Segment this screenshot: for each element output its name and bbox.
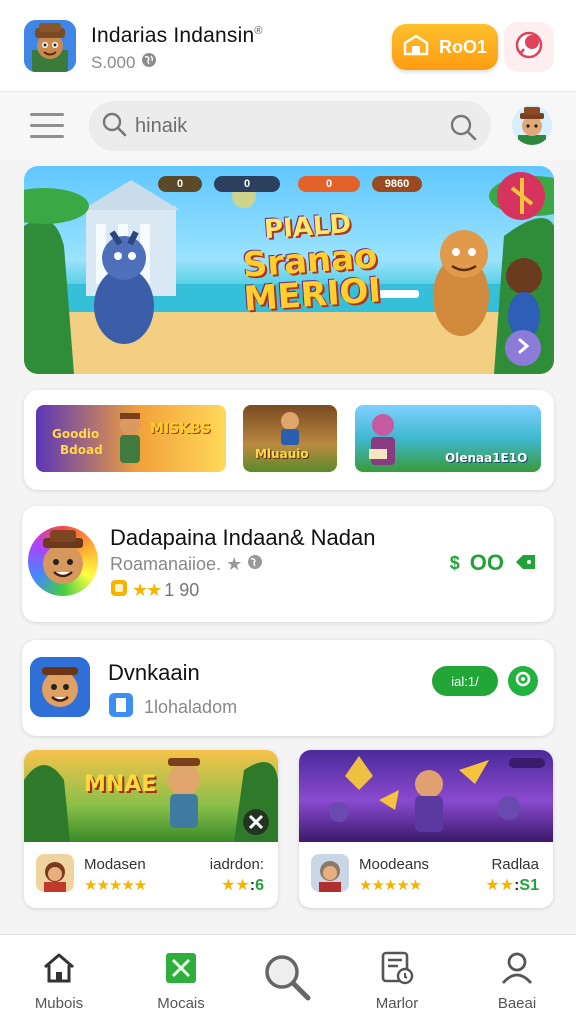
- featured-app-rating: ★★ 1 90: [110, 579, 199, 602]
- nav-label-library: Marlor: [375, 995, 419, 1012]
- file-icon: [108, 692, 134, 723]
- install-button[interactable]: ial:1/: [432, 666, 498, 696]
- user-avatar[interactable]: [512, 105, 552, 145]
- nav-label-profile: Baeai: [497, 995, 537, 1012]
- game-avatar: [36, 854, 74, 892]
- game-meta-label: Radlaa: [491, 856, 539, 873]
- refresh-button[interactable]: [508, 666, 538, 696]
- shop-icon: [403, 34, 429, 61]
- game-card-art: MNAE: [24, 750, 278, 842]
- character-icon: [112, 409, 148, 472]
- globe-icon: [141, 52, 157, 73]
- coin-icon: [110, 579, 128, 602]
- document-icon: [352, 949, 442, 987]
- banner-title: PIALD Sranao MERIOI: [241, 209, 383, 320]
- game-rating-stars: ★★★★★: [84, 877, 147, 894]
- search-icon: [101, 111, 127, 142]
- search-bar[interactable]: [89, 101, 491, 151]
- globe-icon: [247, 554, 263, 575]
- bottom-navigation: Mubois Mocais Marlor Baeai: [0, 934, 576, 1024]
- promo-tile-1[interactable]: Goodio Bdoad MISKBS: [36, 405, 226, 472]
- featured-app-title: Dadapaina Indaan& Nadan: [110, 525, 376, 550]
- app-subtitle: S.000: [91, 52, 157, 73]
- promo-tile-3[interactable]: Olenaa1E1O: [355, 405, 541, 472]
- game-name: Modasen: [84, 856, 146, 873]
- nav-item-library[interactable]: Marlor: [352, 949, 442, 1012]
- app-header: Indarias Indansin® S.000 RoO1: [0, 0, 576, 92]
- banner-stat-3: 0: [298, 176, 360, 192]
- download-app-title: Dvnkaain: [108, 660, 200, 685]
- nav-label-games: Mocais: [157, 995, 205, 1012]
- hamburger-menu-icon[interactable]: [30, 113, 64, 139]
- home-icon: [14, 949, 104, 987]
- game-score: ★★:S1: [485, 877, 539, 894]
- featured-app-card[interactable]: Dadapaina Indaan& Nadan Roamanaiioe. ★ ★…: [22, 506, 554, 622]
- user-icon: [472, 949, 562, 987]
- coin-shop-button[interactable]: RoO1: [392, 24, 498, 70]
- game-score: ★★:6: [221, 877, 264, 894]
- banner-next-button[interactable]: [505, 330, 541, 366]
- featured-app-subtitle: Roamanaiioe. ★: [110, 554, 263, 575]
- search-submit-icon[interactable]: [449, 113, 477, 146]
- game-icon: [136, 949, 226, 987]
- notification-button[interactable]: [504, 22, 554, 72]
- nav-item-search[interactable]: [242, 949, 332, 1013]
- game-avatar: [311, 854, 349, 892]
- game-meta-label: iadrdon:: [209, 856, 264, 873]
- featured-app-price[interactable]: $ OO: [450, 550, 536, 576]
- search-icon: [242, 949, 332, 1005]
- search-input[interactable]: [135, 114, 435, 138]
- chat-badge-icon: [514, 30, 544, 65]
- banner-stat-2: 0: [214, 176, 280, 192]
- game-card-2[interactable]: Moodeans ★★★★★ Radlaa ★★:S1: [299, 750, 553, 908]
- nav-label-home: Mubois: [34, 995, 84, 1012]
- tag-icon: [514, 550, 536, 576]
- game-rating-stars: ★★★★★: [359, 877, 422, 894]
- character-icon: [273, 407, 307, 451]
- app-title: Indarias Indansin®: [91, 24, 263, 47]
- game-card-art-title: MNAE: [84, 772, 157, 797]
- featured-app-avatar: [28, 526, 98, 596]
- promo-tile-2[interactable]: Mluauio: [243, 405, 337, 472]
- game-card-art: [299, 750, 553, 842]
- app-logo[interactable]: [24, 20, 76, 72]
- nav-item-games[interactable]: Mocais: [136, 949, 226, 1012]
- banner-stat-1: 0: [158, 176, 202, 192]
- game-name: Moodeans: [359, 856, 430, 873]
- search-row: [0, 92, 576, 160]
- banner-stat-4: 9860: [372, 176, 422, 192]
- nav-item-profile[interactable]: Baeai: [472, 949, 562, 1012]
- refresh-icon: [514, 670, 532, 693]
- nav-item-home[interactable]: Mubois: [14, 949, 104, 1012]
- download-app-icon: [30, 657, 90, 717]
- chevron-right-icon: [514, 337, 532, 360]
- promo-strip: Goodio Bdoad MISKBS Mluauio Olenaa1E1O: [24, 390, 554, 490]
- character-icon: [363, 409, 403, 472]
- coin-shop-label: RoO1: [438, 36, 487, 57]
- game-card-1[interactable]: MNAE Modasen ★★★★★ iadrdon: ★★:6: [24, 750, 278, 908]
- hero-banner[interactable]: 0 0 0 9860 PIALD Sranao MERIOI: [24, 166, 554, 374]
- download-app-subtitle: 1lohaladom: [108, 692, 237, 723]
- download-app-card[interactable]: Dvnkaain 1lohaladom ial:1/: [22, 640, 554, 736]
